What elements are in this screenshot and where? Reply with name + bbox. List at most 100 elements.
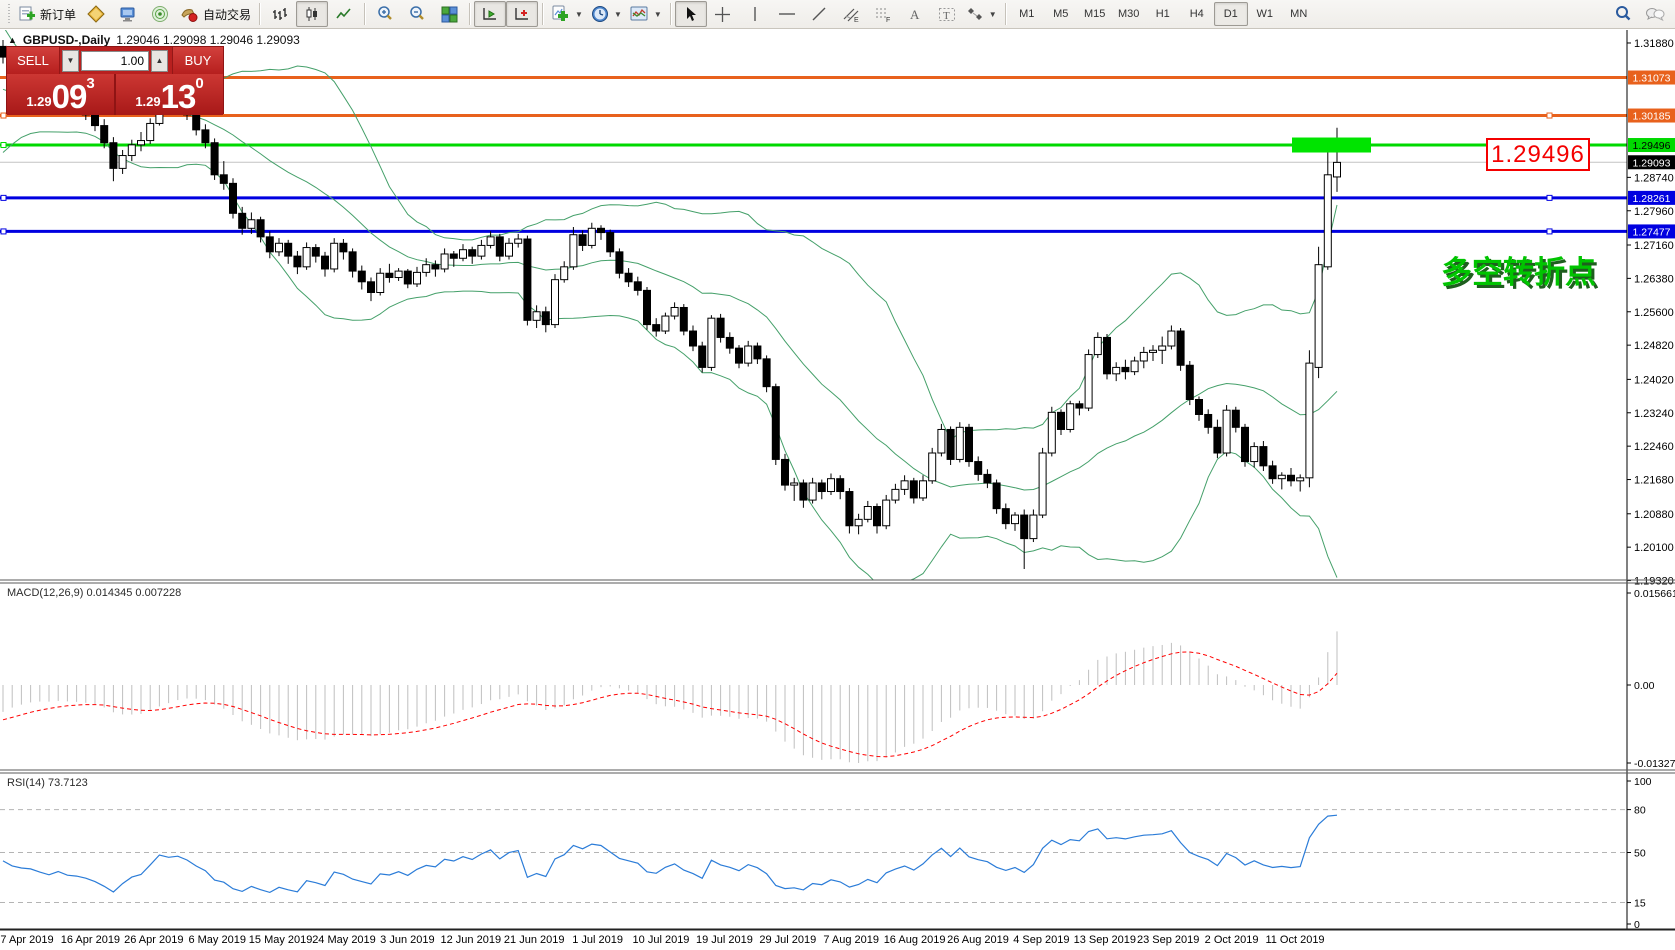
line-anchor-marker[interactable] bbox=[1547, 229, 1552, 234]
bullish-candle bbox=[138, 141, 145, 145]
chat-button[interactable] bbox=[1639, 1, 1671, 27]
sell-button[interactable]: SELL bbox=[7, 47, 60, 74]
date-axis-label[interactable]: 10 Jul 2019 bbox=[633, 934, 690, 946]
date-axis-label[interactable]: 19 Jul 2019 bbox=[696, 934, 753, 946]
date-axis-label[interactable]: 16 Aug 2019 bbox=[884, 934, 946, 946]
bullish-candle bbox=[1113, 367, 1120, 373]
tab-timeframe-m15[interactable]: M15 bbox=[1078, 2, 1112, 26]
line-anchor-marker[interactable] bbox=[1, 195, 6, 200]
text-tool-button[interactable]: A bbox=[899, 1, 931, 27]
line-chart-button[interactable] bbox=[328, 1, 360, 27]
indicators-button[interactable]: ▼ bbox=[547, 1, 587, 27]
new-order-button[interactable]: 新订单 bbox=[15, 1, 80, 27]
date-axis-label[interactable]: 24 May 2019 bbox=[312, 934, 376, 946]
date-axis-label[interactable]: 6 May 2019 bbox=[188, 934, 245, 946]
price-tick-label: 1.22460 bbox=[1634, 441, 1674, 453]
date-axis-label[interactable]: 29 Jul 2019 bbox=[759, 934, 816, 946]
date-axis-label[interactable]: 4 Sep 2019 bbox=[1013, 934, 1069, 946]
bearish-candle bbox=[846, 492, 853, 526]
date-axis-label[interactable]: 23 Sep 2019 bbox=[1137, 934, 1199, 946]
fibonacci-tool-button[interactable]: F bbox=[867, 1, 899, 27]
date-axis-label[interactable]: 26 Aug 2019 bbox=[947, 934, 1009, 946]
date-axis-label[interactable]: 21 Jun 2019 bbox=[504, 934, 565, 946]
tile-windows-button[interactable] bbox=[433, 1, 465, 27]
volume-input[interactable] bbox=[81, 51, 149, 71]
horizontal-line-tool-button[interactable] bbox=[771, 1, 803, 27]
bearish-candle bbox=[947, 429, 954, 459]
tab-timeframe-m5[interactable]: M5 bbox=[1044, 2, 1078, 26]
bullish-candle bbox=[892, 489, 899, 500]
cursor-tool-button[interactable] bbox=[675, 1, 707, 27]
date-axis-label[interactable]: 1 Jul 2019 bbox=[572, 934, 623, 946]
chart-shift-icon bbox=[513, 6, 531, 23]
bullish-candle bbox=[487, 237, 494, 246]
buy-price-sup: 0 bbox=[195, 75, 203, 92]
tab-timeframe-d1[interactable]: D1 bbox=[1214, 2, 1248, 26]
market-watch-button[interactable] bbox=[112, 1, 144, 27]
volume-increase-button[interactable]: ▲ bbox=[151, 50, 168, 72]
tab-timeframe-h4[interactable]: H4 bbox=[1180, 2, 1214, 26]
chart-canvas[interactable]: 1.318801.287401.279601.271601.263801.256… bbox=[0, 0, 1675, 950]
bearish-candle bbox=[634, 282, 641, 291]
bar-chart-button[interactable] bbox=[264, 1, 296, 27]
price-tick-label: 1.31880 bbox=[1634, 38, 1674, 50]
metaeditor-button[interactable] bbox=[80, 1, 112, 27]
label-tool-button[interactable]: T bbox=[931, 1, 963, 27]
vertical-line-tool-button[interactable] bbox=[739, 1, 771, 27]
volume-decrease-button[interactable]: ▼ bbox=[62, 50, 79, 72]
tab-timeframe-m30[interactable]: M30 bbox=[1112, 2, 1146, 26]
date-axis-label[interactable]: 2 Oct 2019 bbox=[1205, 934, 1259, 946]
arrows-tool-button[interactable]: ▼ bbox=[963, 1, 1001, 27]
trendline-tool-button[interactable] bbox=[803, 1, 835, 27]
zoom-out-button[interactable] bbox=[401, 1, 433, 27]
date-axis-label[interactable]: 7 Aug 2019 bbox=[823, 934, 879, 946]
date-axis-label[interactable]: 16 Apr 2019 bbox=[61, 934, 120, 946]
date-axis-label[interactable]: 3 Jun 2019 bbox=[380, 934, 434, 946]
toolbar-grip[interactable] bbox=[7, 4, 12, 24]
date-axis-label[interactable]: 11 Oct 2019 bbox=[1265, 934, 1324, 946]
crosshair-tool-button[interactable] bbox=[707, 1, 739, 27]
tab-timeframe-mn[interactable]: MN bbox=[1282, 2, 1316, 26]
alert-price-box[interactable]: 1.29496 bbox=[1486, 138, 1590, 171]
buy-button[interactable]: BUY bbox=[172, 47, 223, 74]
autotrade-button[interactable]: 自动交易 bbox=[176, 1, 255, 27]
market-watch-icon bbox=[119, 6, 137, 23]
candlestick-chart-button[interactable] bbox=[296, 1, 328, 27]
turning-point-annotation[interactable]: 多空转折点 bbox=[1441, 247, 1596, 292]
tab-timeframe-h1[interactable]: H1 bbox=[1146, 2, 1180, 26]
toolbar-separator bbox=[542, 3, 543, 25]
date-axis-label[interactable]: 13 Sep 2019 bbox=[1074, 934, 1136, 946]
autotrade-label: 自动交易 bbox=[203, 6, 251, 23]
tab-timeframe-w1[interactable]: W1 bbox=[1248, 2, 1282, 26]
tab-timeframe-m1[interactable]: M1 bbox=[1010, 2, 1044, 26]
sell-price[interactable]: 1.29 09 3 bbox=[7, 74, 116, 115]
templates-icon bbox=[630, 6, 649, 22]
date-axis-label[interactable]: 12 Jun 2019 bbox=[441, 934, 502, 946]
date-axis-label[interactable]: 26 Apr 2019 bbox=[124, 934, 183, 946]
bearish-candle bbox=[285, 243, 292, 256]
line-anchor-marker[interactable] bbox=[1, 229, 6, 234]
templates-button[interactable]: ▼ bbox=[626, 1, 666, 27]
line-anchor-marker[interactable] bbox=[1547, 113, 1552, 118]
date-axis-label[interactable]: 15 May 2019 bbox=[249, 934, 313, 946]
chart-shift-button[interactable] bbox=[506, 1, 538, 27]
highlight-rectangle-object[interactable] bbox=[1292, 138, 1371, 153]
bullish-candle bbox=[248, 220, 255, 229]
date-axis-label[interactable]: 7 Apr 2019 bbox=[0, 934, 53, 946]
bullish-candle bbox=[441, 254, 448, 269]
search-button[interactable] bbox=[1607, 1, 1639, 27]
zoom-in-button[interactable] bbox=[369, 1, 401, 27]
auto-scroll-button[interactable] bbox=[474, 1, 506, 27]
bullish-candle bbox=[1150, 350, 1157, 352]
bollinger-lower-band bbox=[3, 132, 1337, 589]
channel-tool-button[interactable]: E bbox=[835, 1, 867, 27]
line-anchor-marker[interactable] bbox=[1, 143, 6, 148]
periods-button[interactable]: ▼ bbox=[587, 1, 626, 27]
bearish-candle bbox=[1214, 427, 1221, 453]
price-badge-label: 1.31073 bbox=[1633, 73, 1671, 85]
line-anchor-marker[interactable] bbox=[1547, 195, 1552, 200]
periods-icon bbox=[591, 5, 609, 23]
buy-price[interactable]: 1.29 13 0 bbox=[116, 74, 223, 115]
signals-button[interactable] bbox=[144, 1, 176, 27]
collapse-arrow-icon[interactable]: ▲ bbox=[8, 35, 17, 45]
